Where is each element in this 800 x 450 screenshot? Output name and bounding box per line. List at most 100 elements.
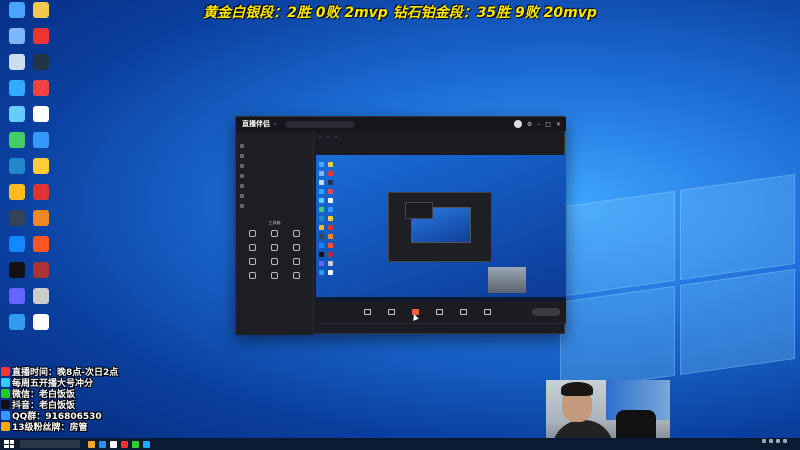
app-logo: 直播伴侣 — [242, 120, 270, 128]
preview-app-icon — [319, 261, 324, 266]
volume-icon[interactable] — [783, 439, 787, 443]
taskbar-app-icon[interactable] — [88, 440, 95, 448]
app-icon — [33, 132, 49, 148]
tool-button[interactable] — [264, 244, 286, 252]
tool-button[interactable] — [285, 230, 307, 238]
control-icon — [483, 308, 491, 315]
preview-app-icon — [319, 171, 324, 176]
stream-overlay-title: 黄金白银段：2胜 0败 2mvp 钻石铂金段：35胜 9败 20mvp — [203, 5, 597, 21]
app-titlebar: 直播伴侣 ⚙ – □ ✕ — [236, 117, 566, 131]
app-icon — [33, 288, 49, 304]
wallpaper-windows-logo — [560, 173, 800, 397]
tool-icon — [270, 230, 278, 237]
scene-item[interactable] — [240, 191, 309, 200]
scene-item[interactable] — [240, 201, 309, 210]
tool-icon — [249, 258, 257, 265]
taskbar-search[interactable] — [20, 440, 80, 448]
tray-icon[interactable] — [762, 439, 766, 443]
tool-button[interactable] — [285, 258, 307, 266]
control-button[interactable] — [428, 308, 450, 316]
preview-app-icon — [328, 270, 333, 275]
scene-item[interactable] — [240, 161, 309, 170]
app-search-input[interactable] — [285, 120, 355, 128]
app-icon — [9, 210, 25, 226]
control-button[interactable] — [476, 308, 498, 316]
taskbar-app-icon[interactable] — [110, 440, 117, 448]
preview-nested-window — [388, 192, 492, 262]
qq-icon — [1, 411, 10, 420]
user-avatar[interactable] — [513, 120, 522, 128]
eye-icon[interactable] — [240, 153, 244, 158]
preview-app-icon — [328, 261, 333, 266]
start-button[interactable] — [4, 440, 14, 448]
tool-icon — [270, 244, 278, 251]
tray-icon[interactable] — [776, 439, 780, 443]
tool-button[interactable] — [285, 244, 307, 252]
tool-button[interactable] — [242, 244, 264, 252]
system-tray — [762, 439, 796, 443]
streaming-app-window: 直播伴侣 ⚙ – □ ✕ 工具箱 — [235, 116, 566, 335]
app-icon — [33, 314, 49, 330]
tool-button[interactable] — [264, 272, 286, 280]
info-line: 13级粉丝牌：房管 — [0, 421, 150, 433]
tool-button[interactable] — [242, 258, 264, 266]
scene-item[interactable] — [240, 141, 309, 150]
eye-icon[interactable] — [240, 183, 244, 188]
tool-button[interactable] — [264, 230, 286, 238]
header-chip[interactable] — [334, 136, 338, 138]
settings-icon[interactable]: ⚙ — [527, 121, 532, 128]
header-chip[interactable] — [326, 136, 330, 138]
taskbar-app-icon[interactable] — [132, 440, 139, 448]
eye-icon[interactable] — [240, 163, 244, 168]
tool-icon — [249, 244, 257, 251]
taskbar-app-icon[interactable] — [143, 440, 150, 448]
app-icon — [9, 236, 25, 252]
preview-app-icon — [319, 225, 324, 230]
preview-desktop-icons — [317, 160, 337, 300]
taskbar-apps — [88, 440, 150, 448]
header-chip[interactable] — [318, 136, 322, 138]
tool-button[interactable] — [285, 272, 307, 280]
douyin-icon — [1, 400, 10, 409]
control-button[interactable] — [356, 308, 378, 316]
scene-item[interactable] — [240, 181, 309, 190]
info-badge-icon — [1, 367, 10, 376]
desktop-app-icon[interactable] — [26, 314, 56, 346]
tray-icon[interactable] — [769, 439, 773, 443]
scene-item[interactable] — [240, 171, 309, 180]
close-icon[interactable]: ✕ — [556, 121, 561, 128]
maximize-icon[interactable]: □ — [545, 121, 551, 128]
info-badge-icon — [1, 378, 10, 387]
stream-preview[interactable] — [316, 155, 566, 301]
eye-icon[interactable] — [240, 143, 244, 148]
control-icon — [387, 308, 395, 315]
preview-app-icon — [328, 189, 333, 194]
preview-app-icon — [319, 252, 324, 257]
preview-app-icon — [319, 198, 324, 203]
eye-icon[interactable] — [240, 203, 244, 208]
control-button[interactable] — [452, 308, 474, 316]
control-icon — [435, 308, 443, 315]
app-icon — [9, 314, 25, 330]
taskbar-app-icon[interactable] — [121, 440, 128, 448]
tool-button[interactable] — [242, 272, 264, 280]
scene-item[interactable] — [240, 151, 309, 160]
eye-icon[interactable] — [240, 173, 244, 178]
app-icon — [33, 184, 49, 200]
app-icon — [33, 28, 49, 44]
app-icon — [9, 28, 25, 44]
tool-button[interactable] — [264, 258, 286, 266]
control-button[interactable] — [380, 308, 402, 316]
minimize-icon[interactable]: – — [537, 121, 540, 128]
control-icon — [459, 308, 467, 315]
app-icon — [9, 80, 25, 96]
preview-app-icon — [328, 216, 333, 221]
control-icon — [363, 308, 371, 315]
taskbar-app-icon[interactable] — [99, 440, 106, 448]
app-icon — [9, 106, 25, 122]
preview-app-icon — [328, 234, 333, 239]
start-live-button[interactable] — [532, 308, 560, 316]
eye-icon[interactable] — [240, 193, 244, 198]
app-icon — [33, 106, 49, 122]
tool-button[interactable] — [242, 230, 264, 238]
